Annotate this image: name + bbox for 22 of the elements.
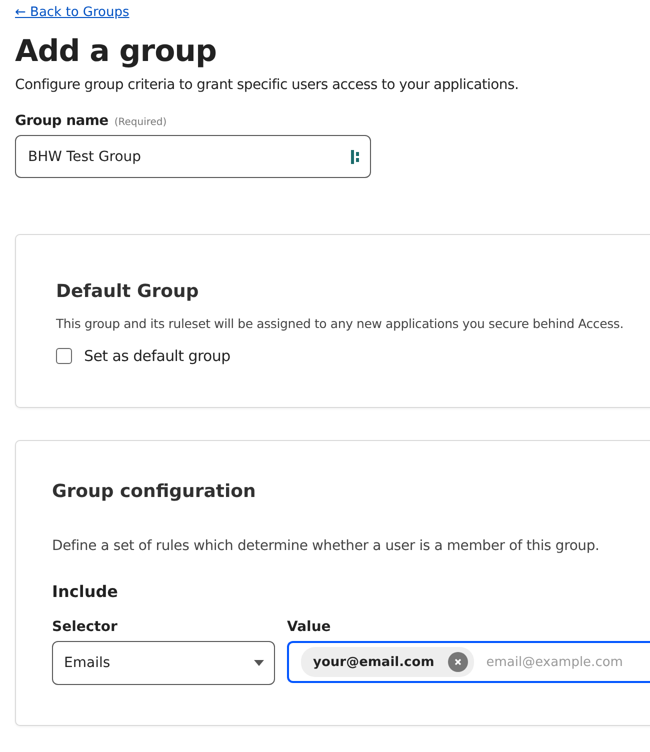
checkbox[interactable] [56, 348, 72, 364]
back-link[interactable]: ← Back to Groups [15, 5, 130, 20]
section-description: Define a set of rules which determine whether a user is a member of this group. [52, 538, 600, 554]
email-chip: your@email.com [301, 647, 474, 677]
selector-label: Selector [52, 619, 118, 635]
include-heading: Include [52, 582, 120, 601]
section-heading: Default Group [56, 281, 200, 302]
value-label: Value [287, 619, 332, 635]
value-field[interactable]: your@email.com email@example.com [287, 641, 650, 683]
selector-dropdown[interactable]: Emails [52, 641, 275, 685]
remove-icon[interactable] [448, 652, 468, 672]
section-heading: Group configuration [52, 481, 257, 502]
checkbox-label: Set as default group [84, 347, 230, 365]
page-subtitle: Configure group criteria to grant specific users access to your applications. [15, 77, 520, 93]
caret-icon [254, 660, 264, 666]
field-label: Group name [15, 113, 108, 129]
password-manager-icon[interactable] [351, 150, 361, 164]
required-note: (Required) [114, 117, 167, 128]
page-title: Add a group [15, 34, 218, 69]
group-name-field[interactable]: BHW Test Group [15, 135, 371, 178]
section-description: This group and its ruleset will be assigned to any new applications you secure behind Access. [56, 316, 624, 331]
email-input[interactable]: email@example.com [484, 654, 650, 670]
